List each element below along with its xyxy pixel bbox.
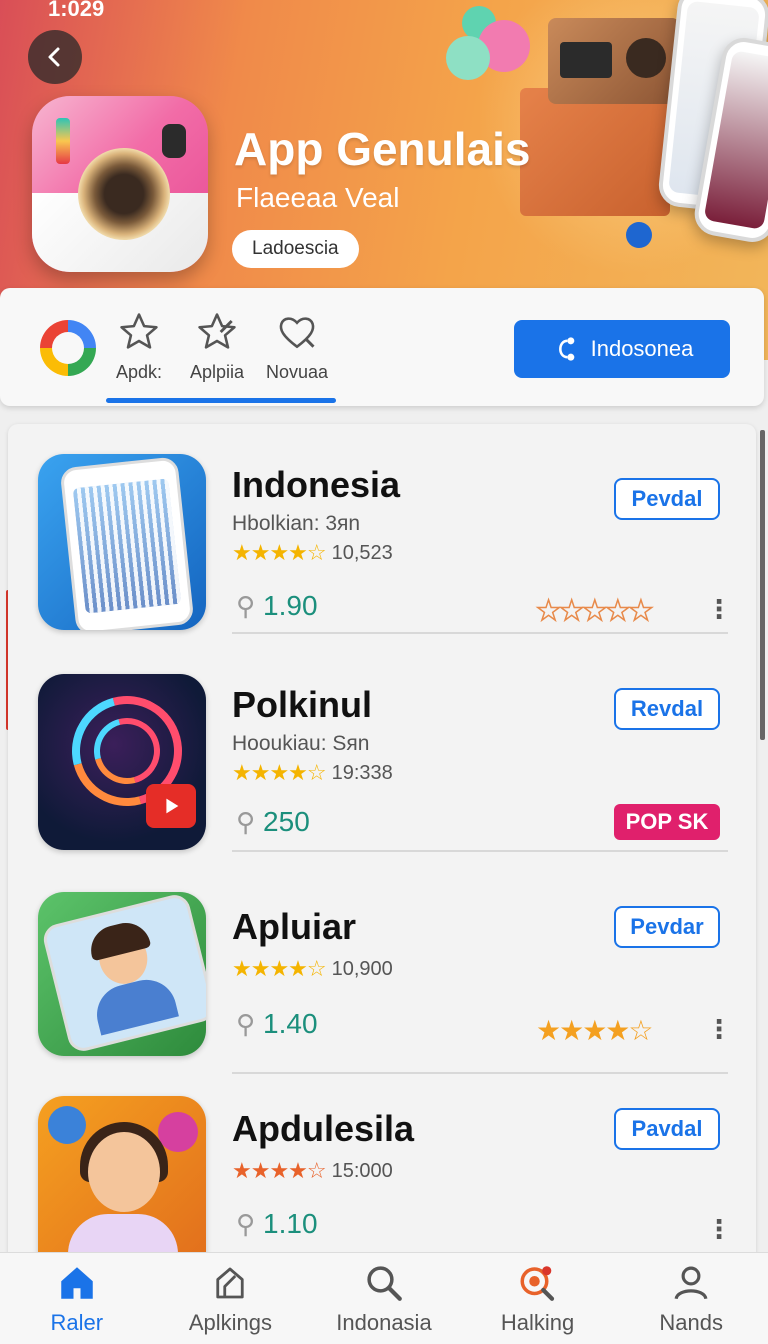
status-time: 1:029: [48, 0, 105, 21]
house-outline-icon: [216, 1267, 245, 1298]
app-rating: ★★★★☆ 19:338: [232, 760, 393, 786]
more-options-icon[interactable]: ⋮: [706, 1016, 732, 1042]
app-developer: Hbolkian: 3яn: [232, 512, 361, 535]
radio-decoration: [548, 18, 680, 104]
tab-label: Aplpiia: [190, 362, 245, 382]
play-icon: [146, 784, 196, 828]
install-button[interactable]: Pavdal: [614, 1108, 720, 1150]
search-icon: [367, 1265, 402, 1301]
bottom-navigation: Raler Aplkings Indonasia Halking Nands: [0, 1252, 768, 1344]
rating-count: 19:338: [331, 761, 393, 784]
tab-novuaa[interactable]: Novuaa: [266, 310, 328, 384]
rating-stars: ★★★★☆: [232, 760, 327, 785]
divider: [232, 850, 728, 852]
nav-label: Indonasia: [336, 1309, 432, 1335]
location-pin-icon: ⚲: [236, 590, 256, 621]
balloon-decoration: [446, 36, 490, 80]
app-size-value: 1.90: [263, 590, 318, 621]
hero-pill-button[interactable]: Ladoescia: [232, 230, 359, 268]
rating-count: 10,523: [331, 541, 393, 564]
app-thumbnail-character-phone: [38, 892, 206, 1056]
list-item[interactable]: Apluiar ★★★★☆ 10,900 ⚲ 1.40 Pevdar ★★★★☆…: [8, 872, 756, 1082]
rating-count: 10,900: [331, 957, 393, 980]
share-button[interactable]: Indosonea: [514, 320, 730, 378]
person-icon: [674, 1266, 708, 1299]
tab-label: Novuaa: [266, 362, 329, 382]
app-list: Indonesia Hbolkian: 3яn ★★★★☆ 10,523 ⚲ 1…: [8, 424, 756, 1284]
app-size: ⚲ 1.10: [236, 1208, 318, 1240]
promo-badge: POP SK: [614, 804, 720, 840]
hero-subtitle: Flaeeaa Veal: [236, 182, 400, 213]
list-item[interactable]: Indonesia Hbolkian: 3яn ★★★★☆ 10,523 ⚲ 1…: [8, 424, 756, 634]
nav-label: Raler: [50, 1309, 104, 1335]
tab-strip: Apdk: Aplpiia Novuaa Indosonea: [0, 288, 764, 406]
app-size-value: 1.40: [263, 1008, 318, 1039]
install-button[interactable]: Pevdar: [614, 906, 720, 948]
heart-icon: [279, 317, 315, 349]
target-search-icon: [520, 1265, 554, 1301]
app-name: Apdulesila: [232, 1108, 415, 1149]
nav-item-aplkings[interactable]: Aplkings: [154, 1253, 308, 1344]
location-pin-icon: ⚲: [236, 1208, 256, 1239]
box-decoration: [520, 88, 670, 216]
share-button-label: Indosonea: [590, 336, 694, 361]
app-size: ⚲ 1.90: [236, 590, 318, 622]
app-rating: ★★★★☆ 10,900: [232, 956, 393, 982]
tab-apdk[interactable]: Apdk:: [116, 310, 162, 384]
nav-label: Aplkings: [188, 1309, 272, 1335]
app-name: Polkinul: [232, 684, 373, 725]
nav-item-nands[interactable]: Nands: [614, 1253, 768, 1344]
app-thumbnail-swirl: [38, 674, 206, 850]
rating-stars: ★★★★☆: [232, 540, 327, 565]
app-size: ⚲ 250: [236, 806, 310, 838]
more-options-icon[interactable]: ⋮: [706, 596, 732, 622]
list-item[interactable]: Polkinul Hooukiau: Sяn ★★★★☆ 19:338 ⚲ 25…: [8, 654, 756, 864]
app-size-value: 250: [263, 806, 310, 837]
location-pin-icon: ⚲: [236, 806, 256, 837]
nav-label: Nands: [659, 1309, 723, 1335]
app-icon-camera: [32, 96, 208, 272]
star-icon: [120, 313, 158, 349]
google-logo-icon: [40, 320, 96, 376]
tab-label: Apdk:: [116, 362, 163, 382]
hero-title: App Genulais: [234, 123, 531, 175]
ball-decoration: [626, 222, 652, 248]
nav-item-halking[interactable]: Halking: [461, 1253, 615, 1344]
rate-stars-filled-icon[interactable]: ★★★★☆: [536, 1014, 654, 1047]
rate-stars-outline-icon[interactable]: ★★★★★: [535, 594, 654, 627]
more-options-icon[interactable]: ⋮: [706, 1216, 732, 1242]
app-rating: ★★★★☆ 10,523: [232, 540, 393, 566]
rating-stars: ★★★★☆: [232, 956, 327, 981]
app-thumbnail-phone: [38, 454, 206, 630]
rating-stars: ★★★★☆: [232, 1158, 327, 1183]
app-rating: ★★★★☆ 15:000: [232, 1158, 393, 1184]
scrollbar[interactable]: [760, 430, 765, 740]
nav-item-indonasia[interactable]: Indonasia: [307, 1253, 461, 1344]
tab-active-indicator: [106, 398, 336, 403]
app-name: Indonesia: [232, 464, 401, 505]
app-size-value: 1.10: [263, 1208, 318, 1239]
app-name: Apluiar: [232, 906, 357, 947]
back-button[interactable]: [28, 30, 82, 84]
install-button[interactable]: Pevdal: [614, 478, 720, 520]
divider: [232, 632, 728, 634]
location-pin-icon: ⚲: [236, 1008, 256, 1039]
rating-count: 15:000: [331, 1159, 393, 1182]
tab-aplpiia[interactable]: Aplpiia: [190, 310, 244, 384]
app-size: ⚲ 1.40: [236, 1008, 318, 1040]
app-developer: Hooukiau: Sяn: [232, 732, 370, 755]
share-icon: [558, 337, 574, 361]
nav-item-raler[interactable]: Raler: [0, 1253, 154, 1344]
home-icon: [61, 1266, 93, 1299]
star-edit-icon: [198, 313, 236, 349]
back-arrow-icon: [48, 47, 60, 67]
install-button[interactable]: Revdal: [614, 688, 720, 730]
nav-label: Halking: [500, 1309, 575, 1335]
